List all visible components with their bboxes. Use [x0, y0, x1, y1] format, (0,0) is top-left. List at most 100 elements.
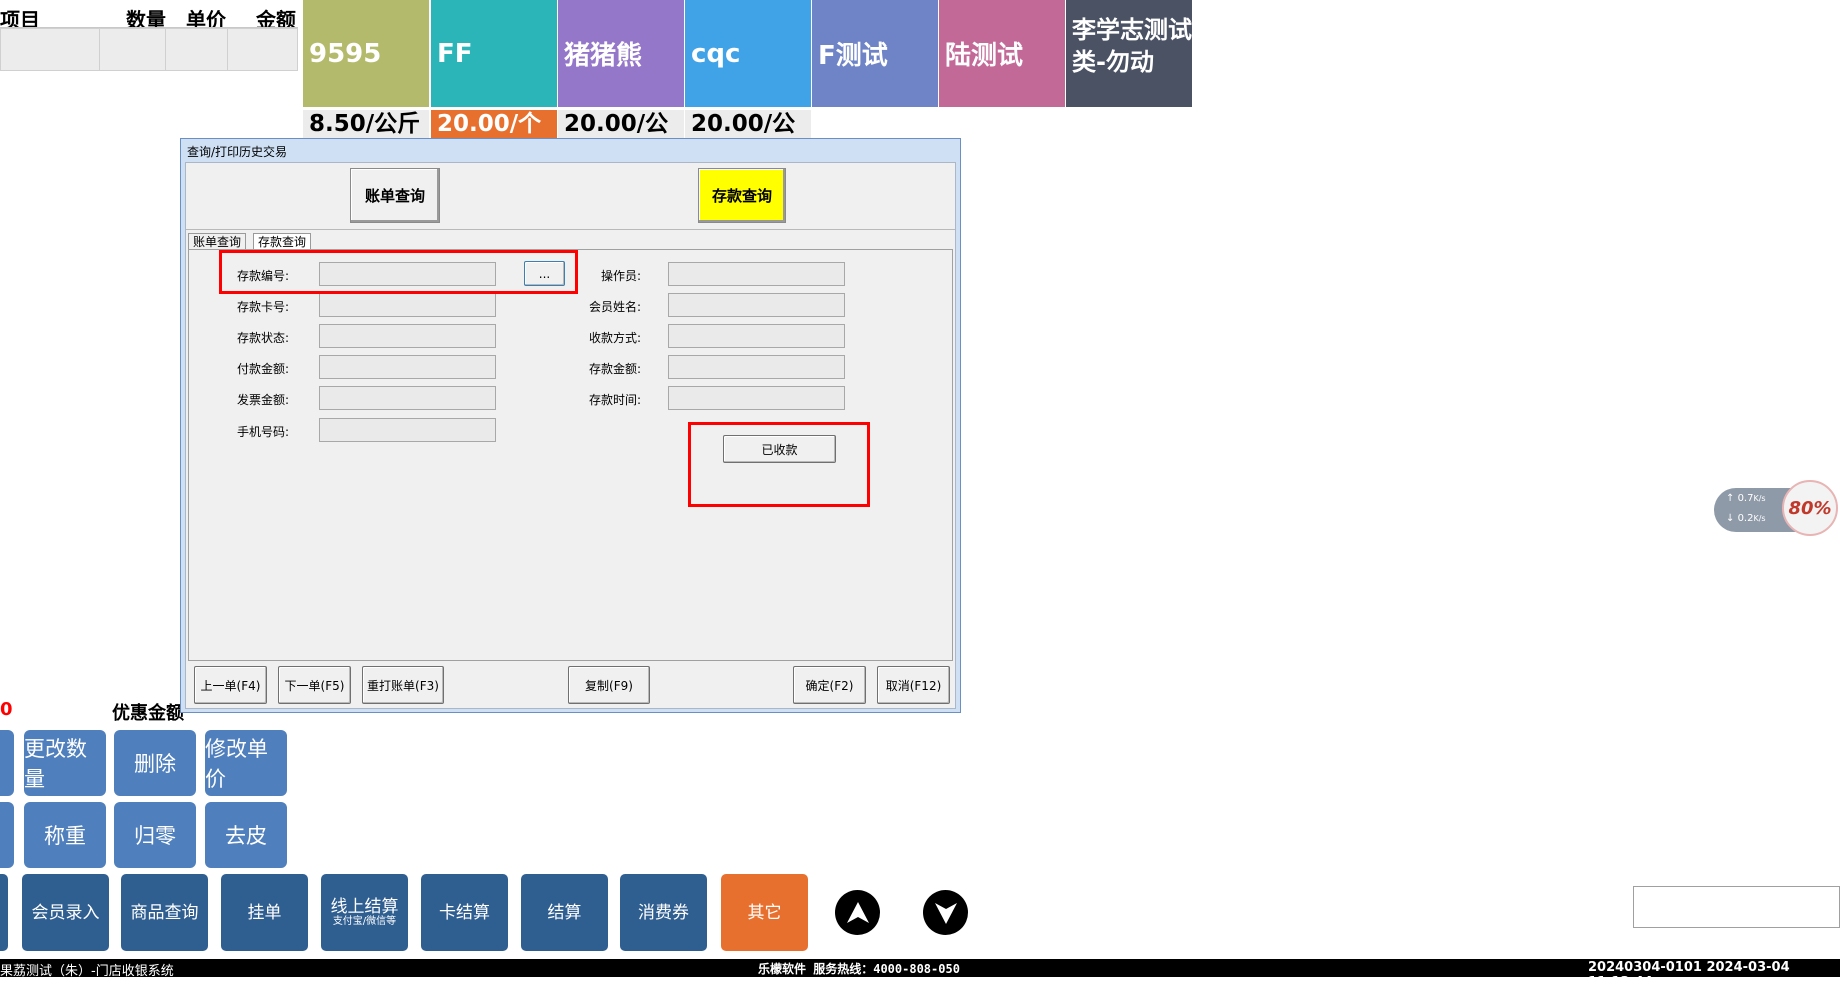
scroll-down-button[interactable] — [923, 890, 968, 935]
speed-unit: K/s — [1753, 514, 1766, 523]
download-value: 0.2 — [1737, 513, 1754, 524]
tile-name: 陆测试 — [945, 41, 1024, 71]
order-row-cell[interactable] — [99, 28, 166, 71]
member-entry-button[interactable]: 会员录入 — [22, 874, 109, 951]
percent-value: 80% — [1788, 497, 1832, 519]
tile-name: cqc — [691, 38, 741, 69]
button-label: 结算 — [547, 902, 582, 923]
prev-bill-button[interactable]: 上一单(F4) — [194, 666, 267, 704]
label-payment-method: 收款方式: — [588, 331, 641, 345]
label-member-name: 会员姓名: — [588, 300, 641, 314]
label-deposit-card: 存款卡号: — [236, 300, 289, 314]
product-tile[interactable]: 李学志测试 类-勿动 — [1066, 0, 1192, 107]
status-app-name: 果荔测试（朱）-门店收银系统 — [0, 964, 174, 979]
tab-bill-query[interactable]: 账单查询 — [188, 233, 247, 250]
cancel-button[interactable]: 取消(F12) — [877, 666, 950, 704]
tile-price: 8.50/公斤 — [303, 110, 429, 139]
button-label: 会员录入 — [31, 902, 100, 923]
highlight-box — [688, 422, 870, 507]
arrow-up-icon — [846, 901, 869, 923]
order-header-qty: 数量 — [126, 8, 166, 32]
tile-name: FF — [437, 38, 473, 69]
memory-percent: 80% — [1782, 480, 1838, 536]
product-tile[interactable]: 猪猪熊 — [558, 0, 684, 107]
tab-deposit-query[interactable]: 存款查询 — [253, 233, 312, 250]
tile-price: 20.00/公斤 — [558, 110, 684, 166]
bill-query-button[interactable]: 账单查询 — [350, 168, 440, 223]
scroll-up-button[interactable] — [835, 890, 880, 935]
label-deposit-amount: 存款金额: — [588, 362, 641, 376]
tile-name: F测试 — [818, 41, 888, 71]
speed-unit: K/s — [1753, 494, 1766, 503]
dialog-title: 查询/打印历史交易 — [187, 145, 288, 159]
copy-button[interactable]: 复制(F9) — [568, 666, 650, 704]
bottom-button-partial[interactable] — [0, 874, 8, 951]
other-button[interactable]: 其它 — [721, 874, 808, 951]
order-row-cell[interactable] — [227, 28, 298, 71]
highlight-box — [219, 250, 578, 294]
input-box[interactable] — [1633, 886, 1840, 928]
label-operator: 操作员: — [600, 269, 641, 283]
modify-price-button[interactable]: 修改单价 — [205, 730, 287, 796]
card-settle-button[interactable]: 卡结算 — [421, 874, 508, 951]
deposit-status-input[interactable] — [319, 324, 496, 348]
deposit-card-input[interactable] — [319, 293, 496, 317]
product-tile[interactable]: cqc — [685, 0, 811, 107]
button-label: 其它 — [747, 902, 782, 923]
reprint-bill-button[interactable]: 重打账单(F3) — [362, 666, 444, 704]
payment-method-input[interactable] — [668, 324, 845, 348]
button-label: 线上结算 — [330, 896, 399, 917]
settle-button[interactable]: 结算 — [521, 874, 608, 951]
function-button-partial[interactable] — [0, 802, 14, 868]
label-phone: 手机号码: — [236, 425, 289, 439]
history-query-dialog: 查询/打印历史交易 账单查询 存款查询 账单查询 存款查询 存款编号: 存款卡号… — [180, 138, 961, 713]
online-settle-button[interactable]: 线上结算 支付宝/微信等 — [321, 874, 408, 951]
tare-button[interactable]: 去皮 — [205, 802, 287, 868]
product-tile[interactable]: FF — [431, 0, 557, 107]
product-query-button[interactable]: 商品查询 — [121, 874, 208, 951]
operator-input[interactable] — [668, 262, 845, 286]
divider — [186, 229, 955, 230]
phone-input[interactable] — [319, 418, 496, 442]
label-deposit-status: 存款状态: — [236, 331, 289, 345]
tile-name: 猪猪熊 — [564, 41, 643, 71]
button-label: 卡结算 — [439, 902, 490, 923]
coupon-button[interactable]: 消费券 — [620, 874, 707, 951]
pay-amount-input[interactable] — [319, 355, 496, 379]
order-row-cell[interactable] — [165, 28, 228, 71]
deposit-amount-input[interactable] — [668, 355, 845, 379]
hold-order-button[interactable]: 挂单 — [221, 874, 308, 951]
dialog-body: 账单查询 存款查询 账单查询 存款查询 存款编号: 存款卡号: 存款状态: 付款… — [185, 162, 956, 709]
order-header-item: 项目 — [0, 8, 40, 32]
invoice-amount-input[interactable] — [319, 386, 496, 410]
network-speed-widget[interactable]: ↑ 0.7K/s ↓ 0.2K/s 80% — [1714, 480, 1838, 536]
product-tile[interactable]: F测试 — [812, 0, 938, 107]
label-pay-amount: 付款金额: — [236, 362, 289, 376]
deposit-query-button[interactable]: 存款查询 — [698, 168, 786, 223]
change-qty-button[interactable]: 更改数量 — [24, 730, 106, 796]
tile-price: 20.00/个 — [431, 110, 557, 139]
deposit-query-panel: 存款编号: 存款卡号: 存款状态: 付款金额: 发票金额: 手机号码: ... … — [188, 249, 953, 661]
button-label: 消费券 — [638, 902, 689, 923]
order-row-cell[interactable] — [0, 28, 100, 71]
label-deposit-time: 存款时间: — [588, 393, 641, 407]
weigh-button[interactable]: 称重 — [24, 802, 106, 868]
member-name-input[interactable] — [668, 293, 845, 317]
delete-button[interactable]: 删除 — [114, 730, 196, 796]
button-label: 挂单 — [247, 902, 282, 923]
tile-name-line2: 类-勿动 — [1072, 48, 1154, 76]
status-bar: 果荔测试（朱）-门店收银系统 乐檬软件 服务热线：4000-808-050 20… — [0, 959, 1840, 990]
tile-name-line1: 李学志测试 — [1072, 16, 1192, 44]
next-bill-button[interactable]: 下一单(F5) — [278, 666, 351, 704]
tile-price: 20.00/公斤 — [685, 110, 811, 166]
function-button-partial[interactable] — [0, 730, 14, 796]
confirm-button[interactable]: 确定(F2) — [793, 666, 866, 704]
label-invoice-amount: 发票金额: — [236, 393, 289, 407]
product-tile[interactable]: 9595 — [303, 0, 429, 107]
status-datetime: 20240304-0101 2024-03-04 11:13:44 — [1588, 960, 1790, 990]
zero-button[interactable]: 归零 — [114, 802, 196, 868]
upload-speed: ↑ 0.7K/s — [1726, 493, 1766, 504]
deposit-time-input[interactable] — [668, 386, 845, 410]
tile-name: 9595 — [309, 38, 382, 69]
product-tile[interactable]: 陆测试 — [939, 0, 1065, 107]
